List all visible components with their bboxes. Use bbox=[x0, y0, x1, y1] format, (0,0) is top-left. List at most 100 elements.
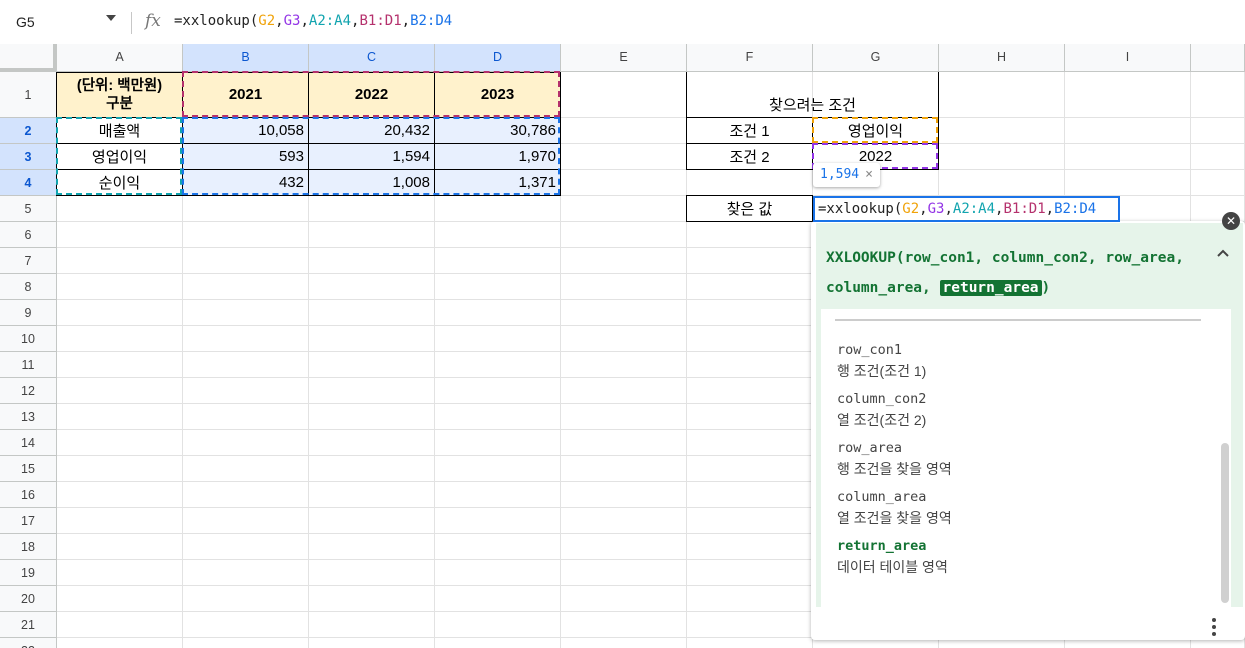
column-header-d[interactable]: D bbox=[435, 44, 561, 72]
row-header-8[interactable]: 8 bbox=[0, 274, 57, 300]
row-header-13[interactable]: 13 bbox=[0, 404, 57, 430]
grid-cell[interactable] bbox=[435, 430, 561, 456]
value-cell[interactable]: 1,371 bbox=[435, 170, 560, 195]
grid-cell[interactable] bbox=[435, 378, 561, 404]
preview-close-icon[interactable]: × bbox=[865, 167, 873, 182]
grid-cell[interactable] bbox=[183, 274, 309, 300]
grid-cell[interactable] bbox=[57, 404, 183, 430]
help-scrollbar[interactable] bbox=[1221, 443, 1229, 603]
grid-cell[interactable] bbox=[687, 586, 813, 612]
name-box-dropdown-icon[interactable] bbox=[106, 15, 116, 21]
grid-cell[interactable] bbox=[561, 196, 687, 222]
row-header-21[interactable]: 21 bbox=[0, 612, 57, 638]
grid-cell[interactable] bbox=[183, 534, 309, 560]
grid-cell[interactable] bbox=[561, 118, 687, 144]
grid-cell[interactable] bbox=[561, 456, 687, 482]
grid-cell[interactable] bbox=[57, 196, 183, 222]
grid-cell[interactable] bbox=[183, 482, 309, 508]
grid-cell[interactable] bbox=[687, 638, 813, 648]
chevron-up-icon[interactable] bbox=[1216, 247, 1230, 261]
row-header-19[interactable]: 19 bbox=[0, 560, 57, 586]
grid-cell[interactable] bbox=[435, 508, 561, 534]
grid-cell[interactable] bbox=[435, 586, 561, 612]
grid-cell[interactable] bbox=[1191, 170, 1245, 196]
grid-cell[interactable] bbox=[57, 378, 183, 404]
grid-cell[interactable] bbox=[561, 300, 687, 326]
year-header-2022[interactable]: 2022 bbox=[309, 72, 434, 117]
condition-1-label[interactable]: 조건 1 bbox=[687, 118, 812, 143]
row-header-14[interactable]: 14 bbox=[0, 430, 57, 456]
grid-cell[interactable] bbox=[561, 586, 687, 612]
grid-cell[interactable] bbox=[561, 170, 687, 196]
grid-cell[interactable] bbox=[435, 560, 561, 586]
row-header-2[interactable]: 2 bbox=[0, 118, 57, 144]
grid-cell[interactable] bbox=[435, 612, 561, 638]
grid-cell[interactable] bbox=[57, 274, 183, 300]
grid-cell[interactable] bbox=[57, 430, 183, 456]
grid-cell[interactable] bbox=[57, 482, 183, 508]
grid-cell[interactable] bbox=[57, 612, 183, 638]
grid-cell[interactable] bbox=[1191, 72, 1245, 118]
grid-cell[interactable] bbox=[1065, 144, 1191, 170]
grid-cell[interactable] bbox=[57, 352, 183, 378]
grid-cell[interactable] bbox=[309, 612, 435, 638]
grid-cell[interactable] bbox=[309, 638, 435, 648]
grid-cell[interactable] bbox=[687, 274, 813, 300]
grid-cell[interactable] bbox=[561, 638, 687, 648]
value-cell[interactable]: 1,008 bbox=[309, 170, 434, 195]
row-header-15[interactable]: 15 bbox=[0, 456, 57, 482]
grid-cell[interactable] bbox=[57, 534, 183, 560]
grid-cell[interactable] bbox=[1065, 118, 1191, 144]
grid-cell[interactable] bbox=[687, 300, 813, 326]
grid-cell[interactable] bbox=[309, 508, 435, 534]
cell-a1-header[interactable]: (단위: 백만원) 구분 bbox=[57, 72, 182, 117]
name-box[interactable]: G5 bbox=[16, 14, 35, 30]
grid-cell[interactable] bbox=[687, 170, 813, 196]
grid-cell[interactable] bbox=[561, 378, 687, 404]
row-label[interactable]: 순이익 bbox=[57, 170, 182, 195]
grid-cell[interactable] bbox=[561, 404, 687, 430]
result-label[interactable]: 찾은 값 bbox=[687, 196, 812, 221]
row-header-5[interactable]: 5 bbox=[0, 196, 57, 222]
grid-cell[interactable] bbox=[183, 222, 309, 248]
grid-cell[interactable] bbox=[309, 274, 435, 300]
grid-cell[interactable] bbox=[309, 222, 435, 248]
active-cell-g5[interactable]: =xxlookup(G2, G3, A2:A4, B1:D1, B2:D4 bbox=[813, 196, 1120, 222]
grid-cell[interactable] bbox=[435, 274, 561, 300]
lookup-title[interactable]: 찾으려는 조건 bbox=[687, 72, 938, 117]
condition-1-value[interactable]: 영업이익 bbox=[813, 118, 938, 143]
grid-cell[interactable] bbox=[1191, 144, 1245, 170]
grid-cell[interactable] bbox=[57, 560, 183, 586]
grid-cell[interactable] bbox=[1065, 72, 1191, 118]
value-cell[interactable]: 593 bbox=[183, 144, 308, 169]
column-header-e[interactable]: E bbox=[561, 44, 687, 72]
grid-cell[interactable] bbox=[687, 612, 813, 638]
year-header-2023[interactable]: 2023 bbox=[435, 72, 560, 117]
grid-cell[interactable] bbox=[687, 326, 813, 352]
grid-cell[interactable] bbox=[183, 560, 309, 586]
grid-cell[interactable] bbox=[435, 248, 561, 274]
grid-cell[interactable] bbox=[561, 534, 687, 560]
grid-cell[interactable] bbox=[435, 326, 561, 352]
grid-cell[interactable] bbox=[309, 534, 435, 560]
grid-cell[interactable] bbox=[183, 430, 309, 456]
grid-cell[interactable] bbox=[1191, 118, 1245, 144]
grid-cell[interactable] bbox=[435, 222, 561, 248]
grid-cell[interactable] bbox=[435, 300, 561, 326]
grid-cell[interactable] bbox=[183, 638, 309, 648]
grid-cell[interactable] bbox=[57, 326, 183, 352]
condition-2-label[interactable]: 조건 2 bbox=[687, 144, 812, 169]
grid-cell[interactable] bbox=[435, 352, 561, 378]
grid-cell[interactable] bbox=[309, 352, 435, 378]
grid-cell[interactable] bbox=[687, 404, 813, 430]
grid-cell[interactable] bbox=[183, 352, 309, 378]
more-vert-icon[interactable] bbox=[1211, 617, 1217, 637]
grid-cell[interactable] bbox=[687, 534, 813, 560]
grid-cell[interactable] bbox=[561, 248, 687, 274]
grid-cell[interactable] bbox=[561, 352, 687, 378]
column-header-g[interactable]: G bbox=[813, 44, 939, 72]
row-header-4[interactable]: 4 bbox=[0, 170, 57, 196]
row-header-11[interactable]: 11 bbox=[0, 352, 57, 378]
grid-cell[interactable] bbox=[939, 170, 1065, 196]
help-header[interactable]: XXLOOKUP(row_con1, column_con2, row_area… bbox=[816, 223, 1243, 309]
